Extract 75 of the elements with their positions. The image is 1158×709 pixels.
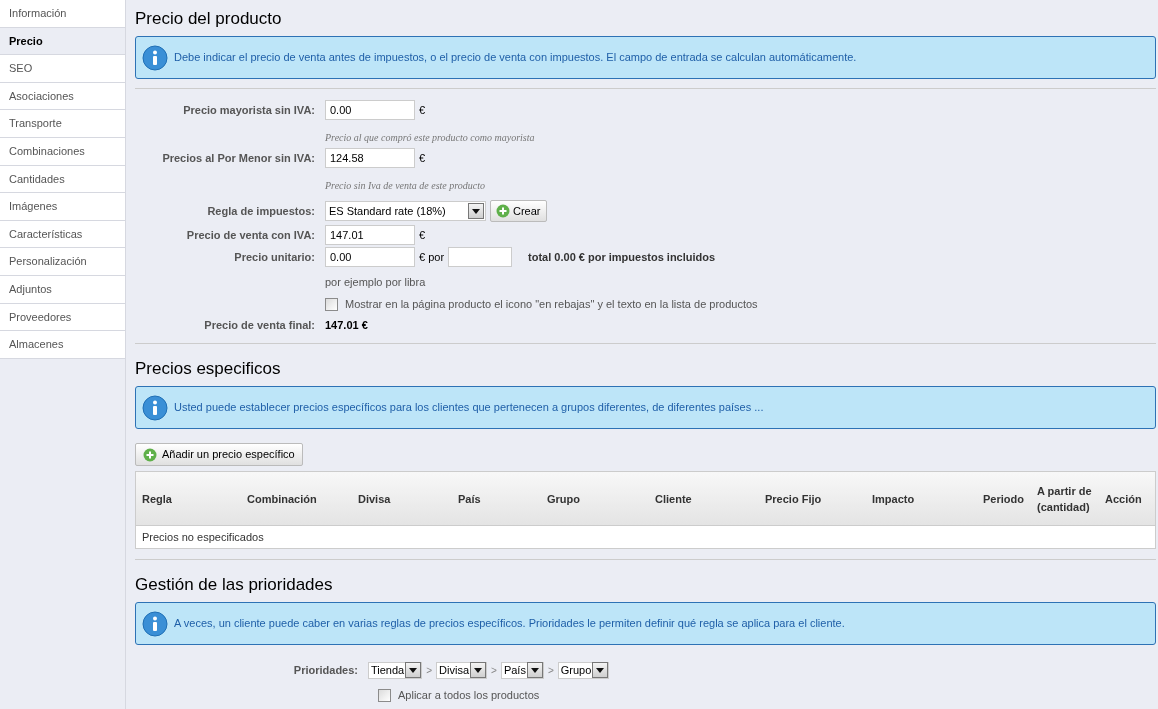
column-header: Divisa [358, 491, 391, 507]
unit-total-text: total 0.00 € por impuestos incluidos [528, 249, 716, 265]
info-text: A veces, un cliente puede caber en varias reglas de precios específicos. Prioridades le permiten definir qué regla se aplica para el cliente. [174, 616, 845, 632]
sidebar-item[interactable]: Información [0, 0, 125, 28]
info-text: Usted puede establecer precios específicos para los clientes que pertenecen a grupos diferentes, de diferentes países ... [174, 400, 764, 416]
dropdown-caret-icon [405, 662, 422, 678]
column-header: Grupo [547, 491, 580, 507]
dropdown-caret-icon [468, 203, 484, 219]
separator-text: > [491, 663, 497, 678]
column-header: A partir de (cantidad) [1037, 483, 1093, 515]
priority-select[interactable]: Tienda [368, 661, 423, 679]
column-header: Acción [1105, 491, 1142, 507]
input-field[interactable]: 0.00 [325, 247, 415, 267]
separator-text: > [547, 663, 554, 678]
separator-text: > [426, 663, 433, 678]
final-price: 147.01 € [325, 317, 368, 333]
priority-select[interactable]: Grupo [557, 661, 610, 679]
table-empty-text: Precios no especificados [142, 529, 264, 545]
column-header: Cliente [655, 491, 692, 507]
field-label: Prioridades: [293, 662, 358, 678]
checkbox[interactable] [325, 297, 338, 311]
dropdown-caret-icon [526, 662, 543, 678]
sidebar-item[interactable]: Combinaciones [0, 137, 125, 166]
priority-select[interactable]: Divisa [436, 661, 488, 679]
sidebar-item[interactable]: Adjuntos [0, 275, 125, 304]
column-header: Impacto [872, 491, 915, 507]
info-icon [142, 394, 168, 421]
info-icon [142, 44, 168, 71]
info-text: Debe indicar el precio de venta antes de impuestos, o el precio de venta con impuestos. El campo de entrada se calculan automáticamente. [174, 50, 857, 66]
sidebar-item[interactable]: Imágenes [0, 193, 125, 221]
field-label: Precios al Por Menor sin IVA: [162, 150, 315, 166]
checkbox-label: Aplicar a todos los productos [398, 687, 540, 703]
field-hint: Precio al que compró este producto como mayorista [325, 132, 535, 143]
section-title: Precio del producto [135, 8, 283, 28]
plus-icon [496, 204, 510, 218]
create-button[interactable]: Crear [490, 200, 547, 222]
priority-select[interactable]: País [500, 661, 544, 679]
field-label: Precio de venta con IVA: [186, 227, 315, 243]
sidebar-item[interactable]: Transporte [0, 110, 125, 138]
sidebar-item[interactable]: SEO [0, 55, 125, 83]
input-field[interactable]: 0.00 [325, 100, 415, 120]
dropdown-caret-icon [470, 662, 487, 678]
sidebar-item[interactable]: Asociaciones [0, 82, 125, 111]
sidebar-item[interactable]: Cantidades [0, 165, 125, 194]
column-header: Precio Fijo [765, 491, 822, 507]
field-label: Precio unitario: [234, 249, 315, 265]
input-field[interactable]: 124.58 [325, 148, 415, 168]
currency-label: € por [419, 249, 445, 265]
field-label: Precio de venta final: [204, 317, 315, 333]
plus-icon [143, 447, 157, 462]
checkbox[interactable] [378, 688, 391, 702]
sidebar-item[interactable]: Características [0, 220, 125, 249]
dropdown-caret-icon [592, 662, 609, 678]
column-header: Periodo [983, 491, 1024, 507]
section-title: Gestión de las prioridades [135, 574, 334, 594]
sidebar-item[interactable]: Almacenes [0, 331, 125, 359]
column-header: Combinación [247, 491, 317, 507]
currency-label: € [419, 102, 426, 118]
add-specific-price-button[interactable]: Añadir un precio específico [135, 443, 303, 466]
currency-label: € [419, 150, 426, 166]
input-field[interactable] [448, 247, 513, 267]
tax-rule-select[interactable]: ES Standard rate (18%) [325, 201, 486, 221]
column-header: País [458, 491, 481, 507]
sidebar-item[interactable]: Proveedores [0, 303, 125, 332]
info-icon [142, 610, 168, 637]
column-header: Regla [142, 491, 172, 507]
field-label: Regla de impuestos: [207, 203, 315, 219]
section-title: Precios especificos [135, 358, 282, 378]
field-label: Precio mayorista sin IVA: [183, 102, 315, 118]
field-hint: Precio sin Iva de venta de este producto [325, 180, 486, 191]
input-field[interactable]: 147.01 [325, 225, 415, 245]
sidebar-item[interactable]: Personalización [0, 248, 125, 276]
currency-label: € [419, 227, 426, 243]
checkbox-label: Mostrar en la página producto el icono "en rebajas" y el texto en la lista de productos [345, 296, 758, 312]
field-hint: por ejemplo por libra [325, 274, 426, 290]
